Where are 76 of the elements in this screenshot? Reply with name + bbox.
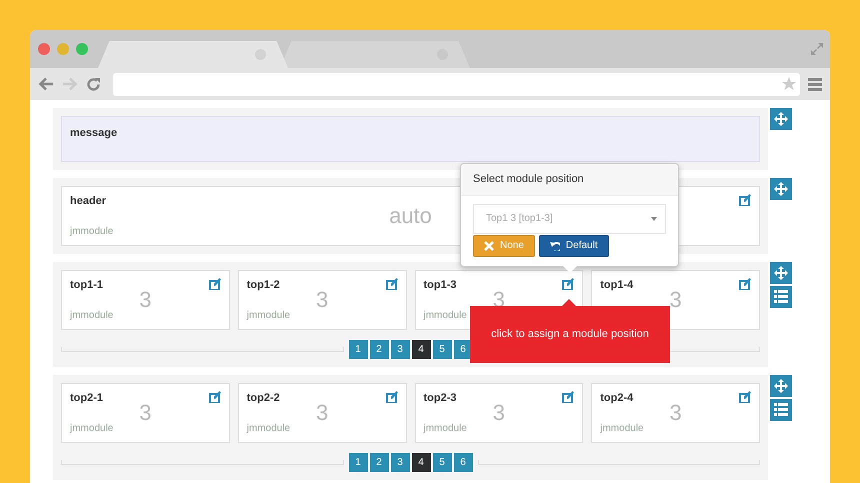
module-size: auto xyxy=(389,205,432,227)
move-button[interactable] xyxy=(770,262,792,284)
page-button[interactable]: 5 xyxy=(432,453,452,472)
list-icon xyxy=(774,403,788,417)
module-size: 3 xyxy=(670,402,682,424)
close-button[interactable] xyxy=(38,43,50,55)
module-title: top2-1 xyxy=(70,391,103,406)
module-title: top1-3 xyxy=(424,278,456,293)
edit-icon[interactable] xyxy=(208,278,221,290)
reload-icon[interactable] xyxy=(86,76,101,92)
message-block: message xyxy=(61,116,760,162)
list-icon xyxy=(774,290,788,304)
page-button[interactable]: 6 xyxy=(454,453,472,472)
edit-icon[interactable] xyxy=(739,278,751,290)
move-icon xyxy=(774,112,788,126)
close-icon xyxy=(484,240,494,250)
module-name: jmmodule xyxy=(70,422,114,436)
module-title: top1-2 xyxy=(246,278,280,293)
page-button[interactable]: 3 xyxy=(390,453,410,472)
module-title: top2-4 xyxy=(600,391,634,406)
layout-button[interactable] xyxy=(770,286,792,308)
star-icon[interactable] xyxy=(782,77,796,91)
popover-title: Select module position xyxy=(473,173,584,185)
move-icon xyxy=(774,266,788,280)
module-card[interactable]: top2-1 3 jmmodule xyxy=(61,383,230,443)
module-card[interactable]: top2-2 3 jmmodule xyxy=(238,383,406,443)
tooltip-arrow xyxy=(562,299,576,306)
page-button[interactable]: 4 xyxy=(412,453,430,472)
move-button[interactable] xyxy=(770,108,792,130)
module-size: 3 xyxy=(492,402,505,424)
module-title: header xyxy=(70,194,106,209)
module-name: jmmodule xyxy=(246,422,290,436)
move-button[interactable] xyxy=(770,375,792,397)
module-name: jmmodule xyxy=(600,422,644,436)
edit-icon[interactable] xyxy=(739,391,751,403)
tooltip: click to assign a module position xyxy=(470,306,670,363)
module-size: 3 xyxy=(139,402,152,424)
page-button[interactable]: 4 xyxy=(412,340,430,359)
module-name: jmmodule xyxy=(70,225,114,239)
move-button[interactable] xyxy=(770,178,792,200)
edit-icon[interactable] xyxy=(739,194,751,206)
module-title: top2-3 xyxy=(424,391,456,406)
page-button[interactable]: 2 xyxy=(370,453,388,472)
module-title: top2-2 xyxy=(246,391,280,406)
module-name: jmmodule xyxy=(424,309,467,323)
undo-icon xyxy=(550,240,560,250)
edit-icon[interactable] xyxy=(386,278,398,290)
module-card[interactable]: top1-2 3 jmmodule xyxy=(238,270,406,330)
module-size: 3 xyxy=(139,289,152,311)
module-title: top1-1 xyxy=(70,278,103,293)
page-button[interactable]: 2 xyxy=(370,340,388,359)
module-name: jmmodule xyxy=(424,422,467,436)
module-size: 3 xyxy=(316,289,328,311)
edit-icon[interactable] xyxy=(386,391,398,403)
module-card[interactable]: top1-1 3 jmmodule xyxy=(61,270,230,330)
page-button[interactable]: 1 xyxy=(348,453,368,472)
module-card[interactable]: top2-4 3 jmmodule xyxy=(591,383,760,443)
module-title: top1-4 xyxy=(600,278,634,293)
module-card[interactable]: top2-3 3 jmmodule xyxy=(414,383,584,443)
default-button[interactable]: Default xyxy=(538,234,609,256)
caret-icon xyxy=(651,216,657,220)
module-name: jmmodule xyxy=(70,309,114,323)
page-button[interactable]: 1 xyxy=(348,340,368,359)
page-button[interactable]: 3 xyxy=(390,340,410,359)
layout-button[interactable] xyxy=(770,399,792,421)
module-name: jmmodule xyxy=(246,309,290,323)
module-size: 3 xyxy=(316,402,328,424)
page-button[interactable]: 5 xyxy=(432,340,452,359)
edit-icon[interactable] xyxy=(562,391,574,403)
edit-icon[interactable] xyxy=(562,278,574,290)
move-icon xyxy=(774,379,788,393)
edit-icon[interactable] xyxy=(208,391,221,403)
back-icon[interactable] xyxy=(38,77,54,91)
move-icon xyxy=(774,182,788,196)
module-size: 3 xyxy=(670,289,682,311)
menu-icon[interactable] xyxy=(808,78,822,90)
